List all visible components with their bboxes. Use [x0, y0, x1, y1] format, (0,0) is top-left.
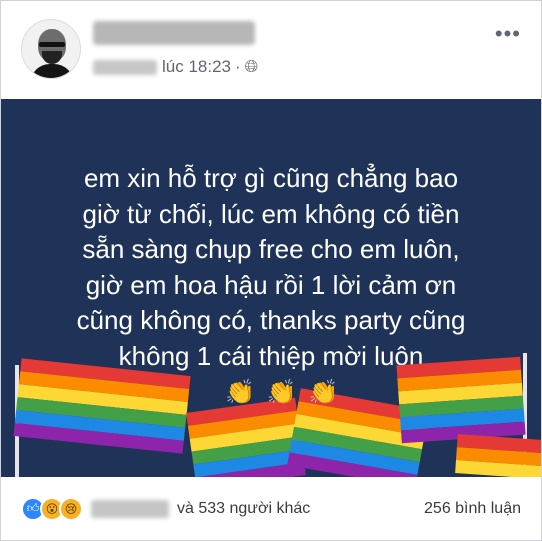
rainbow-flag-icon: [13, 358, 191, 454]
clapping-hands-icon: 👏: [225, 379, 255, 406]
post-header: lúc 18:23 · 🌐︎ •••: [1, 1, 541, 99]
avatar-body-shape: [30, 64, 74, 78]
clapping-hands-group: 👏 👏 👏: [225, 378, 339, 407]
post-text: em xin hỗ trợ gì cũng chẳng bao giờ từ c…: [76, 163, 466, 371]
globe-icon[interactable]: 🌐︎: [245, 57, 259, 77]
reaction-icons[interactable]: 👍︎ 😮︎ 😢︎: [21, 496, 83, 521]
more-options-button[interactable]: •••: [495, 21, 521, 47]
comments-count[interactable]: 256 bình luận: [424, 500, 521, 518]
sad-icon[interactable]: 😢︎: [59, 496, 83, 521]
post-footer: 👍︎ 😮︎ 😢︎ và 533 người khác 256 bình luận: [1, 477, 541, 540]
clapping-hands-icon: 👏: [308, 379, 339, 406]
post-card: lúc 18:23 · 🌐︎ ••• em xin hỗ trợ gì cũng…: [0, 0, 542, 541]
avatar[interactable]: [21, 19, 81, 79]
reactor-names-redacted[interactable]: [91, 499, 169, 518]
clapping-hands-icon: 👏: [266, 379, 297, 406]
avatar-beard-shape: [42, 51, 62, 64]
post-date-redacted[interactable]: [93, 59, 157, 75]
meta-separator: ·: [235, 57, 241, 76]
post-meta: lúc 18:23 · 🌐︎: [93, 57, 258, 77]
post-time[interactable]: lúc 18:23: [162, 57, 231, 77]
rainbow-flag-icon: [452, 434, 541, 477]
post-image[interactable]: em xin hỗ trợ gì cũng chẳng bao giờ từ c…: [1, 99, 541, 477]
avatar-glasses-shape: [39, 42, 65, 47]
rainbow-flag-icon: [396, 356, 526, 444]
reaction-others-count[interactable]: và 533 người khác: [177, 500, 310, 518]
author-name-redacted[interactable]: [93, 21, 255, 45]
